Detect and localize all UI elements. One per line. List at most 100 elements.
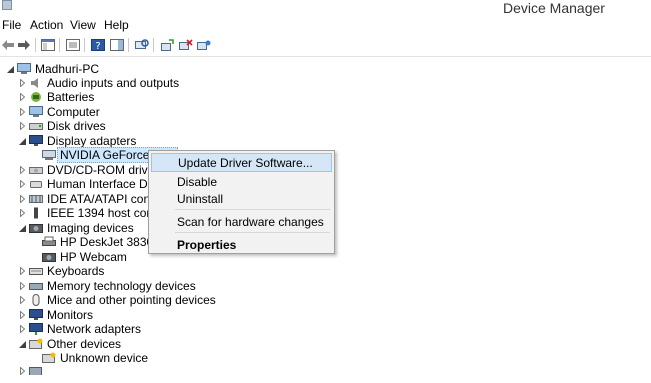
action-pane-icon[interactable] xyxy=(110,38,124,52)
enable-device-icon[interactable] xyxy=(197,38,211,52)
tree-item-memory-tech[interactable]: Memory technology devices xyxy=(18,279,196,293)
scan-hardware-icon[interactable] xyxy=(135,38,149,52)
ide-controller-icon xyxy=(29,193,43,205)
expand-arrow-icon[interactable] xyxy=(18,322,26,336)
collapse-arrow-icon[interactable] xyxy=(6,62,14,76)
tree-item-partial[interactable] xyxy=(18,367,47,375)
expand-arrow-icon[interactable] xyxy=(18,192,26,206)
tree-item-label: Display adapters xyxy=(47,134,137,148)
expand-arrow-icon[interactable] xyxy=(18,206,26,220)
monitor-icon xyxy=(29,135,43,147)
keyboard-icon xyxy=(29,265,43,277)
title-bar: Device Manager xyxy=(0,0,651,17)
toolbar-separator xyxy=(153,38,154,52)
expand-arrow-icon[interactable] xyxy=(18,119,26,133)
menu-action[interactable]: Action xyxy=(30,18,63,32)
expand-arrow-icon[interactable] xyxy=(18,163,26,177)
expand-arrow-icon[interactable] xyxy=(18,177,26,191)
tree-item-label: Mice and other pointing devices xyxy=(47,293,216,307)
webcam-icon xyxy=(42,251,56,263)
window-title: Device Manager xyxy=(503,0,605,16)
tree-item-label: Other devices xyxy=(47,337,122,351)
toolbar-separator xyxy=(59,38,60,52)
tree-item-dvd-drives[interactable]: DVD/CD-ROM drives xyxy=(18,163,160,177)
tree-item-label: Disk drives xyxy=(47,119,106,133)
toolbar: ? xyxy=(0,34,651,57)
tree-item-batteries[interactable]: Batteries xyxy=(18,90,94,104)
collapse-arrow-icon[interactable] xyxy=(18,134,26,148)
menu-separator xyxy=(175,209,330,210)
update-driver-icon[interactable] xyxy=(160,38,174,52)
expand-arrow-icon[interactable] xyxy=(18,293,26,307)
back-arrow-icon[interactable] xyxy=(1,38,15,52)
tree-item-unknown-device[interactable]: Unknown device xyxy=(42,351,148,365)
hid-icon xyxy=(29,178,43,190)
expand-arrow-icon[interactable] xyxy=(18,105,26,119)
printer-icon xyxy=(42,236,56,248)
device-manager-app-icon[interactable] xyxy=(2,0,12,10)
properties-icon[interactable] xyxy=(66,38,80,52)
battery-icon xyxy=(29,91,43,103)
expand-arrow-icon[interactable] xyxy=(18,264,26,278)
collapse-arrow-icon[interactable] xyxy=(18,221,26,235)
tree-root[interactable]: Madhuri-PC xyxy=(6,62,99,76)
collapse-arrow-icon[interactable] xyxy=(18,337,26,351)
expand-arrow-icon[interactable] xyxy=(18,76,26,90)
menu-file[interactable]: File xyxy=(2,18,21,32)
toolbar-separator xyxy=(35,38,36,52)
mouse-icon xyxy=(29,294,43,306)
tree-item-label: DVD/CD-ROM drives xyxy=(47,163,161,177)
display-adapter-icon xyxy=(42,149,56,161)
computer-icon xyxy=(17,63,31,75)
menu-view[interactable]: View xyxy=(70,18,96,32)
tree-item-other-devices[interactable]: Other devices xyxy=(18,337,121,351)
disk-drive-icon xyxy=(29,120,43,132)
tree-item-monitors[interactable]: Monitors xyxy=(18,308,93,322)
tree-item-hp-webcam[interactable]: HP Webcam xyxy=(42,250,127,264)
expand-arrow-icon[interactable] xyxy=(18,90,26,104)
firewire-icon xyxy=(29,207,43,219)
computer-icon xyxy=(29,106,43,118)
toolbar-separator xyxy=(128,38,129,52)
tree-root-label: Madhuri-PC xyxy=(35,62,100,76)
dvd-drive-icon xyxy=(29,164,43,176)
tree-item-label: Memory technology devices xyxy=(47,279,196,293)
tree-item-mice[interactable]: Mice and other pointing devices xyxy=(18,293,216,307)
menu-help[interactable]: Help xyxy=(104,18,129,32)
tree-item-label: Audio inputs and outputs xyxy=(47,76,180,90)
tree-item-keyboards[interactable]: Keyboards xyxy=(18,264,104,278)
tree-item-disk-drives[interactable]: Disk drives xyxy=(18,119,106,133)
device-icon xyxy=(29,367,43,375)
tree-item-label: Network adapters xyxy=(47,322,142,336)
unknown-device-icon xyxy=(29,338,43,350)
tree-item-computer[interactable]: Computer xyxy=(18,105,100,119)
monitor-icon xyxy=(29,309,43,321)
tree-item-audio[interactable]: Audio inputs and outputs xyxy=(18,76,179,90)
menu-bar: File Action View Help xyxy=(0,16,651,34)
update-driver-software-menu-item[interactable]: Update Driver Software... xyxy=(151,153,332,172)
expand-arrow-icon[interactable] xyxy=(18,308,26,322)
properties-menu-item[interactable]: Properties xyxy=(151,235,332,254)
context-menu: Update Driver Software... Disable Uninst… xyxy=(148,150,335,254)
speaker-icon xyxy=(29,77,43,89)
tree-item-imaging-devices[interactable]: Imaging devices xyxy=(18,221,134,235)
toolbar-separator xyxy=(84,38,85,52)
forward-arrow-icon[interactable] xyxy=(17,38,31,52)
expand-arrow-icon[interactable] xyxy=(18,279,26,293)
scan-hardware-changes-menu-item[interactable]: Scan for hardware changes xyxy=(151,212,332,231)
tree-item-label: Keyboards xyxy=(47,264,105,278)
tree-item-label: HP Webcam xyxy=(60,250,127,264)
memory-icon xyxy=(29,280,43,292)
expand-arrow-icon[interactable] xyxy=(18,367,26,375)
menu-separator xyxy=(175,232,330,233)
show-hide-console-tree-icon[interactable] xyxy=(41,38,55,52)
tree-item-label: Monitors xyxy=(47,308,94,322)
camera-icon xyxy=(29,222,43,234)
tree-item-network-adapters[interactable]: Network adapters xyxy=(18,322,141,336)
uninstall-menu-item[interactable]: Uninstall xyxy=(151,189,332,208)
tree-item-label: Unknown device xyxy=(60,351,149,365)
svg-text:?: ? xyxy=(95,41,100,51)
tree-item-display-adapters[interactable]: Display adapters xyxy=(18,134,136,148)
uninstall-device-icon[interactable] xyxy=(179,38,193,52)
help-icon[interactable]: ? xyxy=(91,38,105,52)
